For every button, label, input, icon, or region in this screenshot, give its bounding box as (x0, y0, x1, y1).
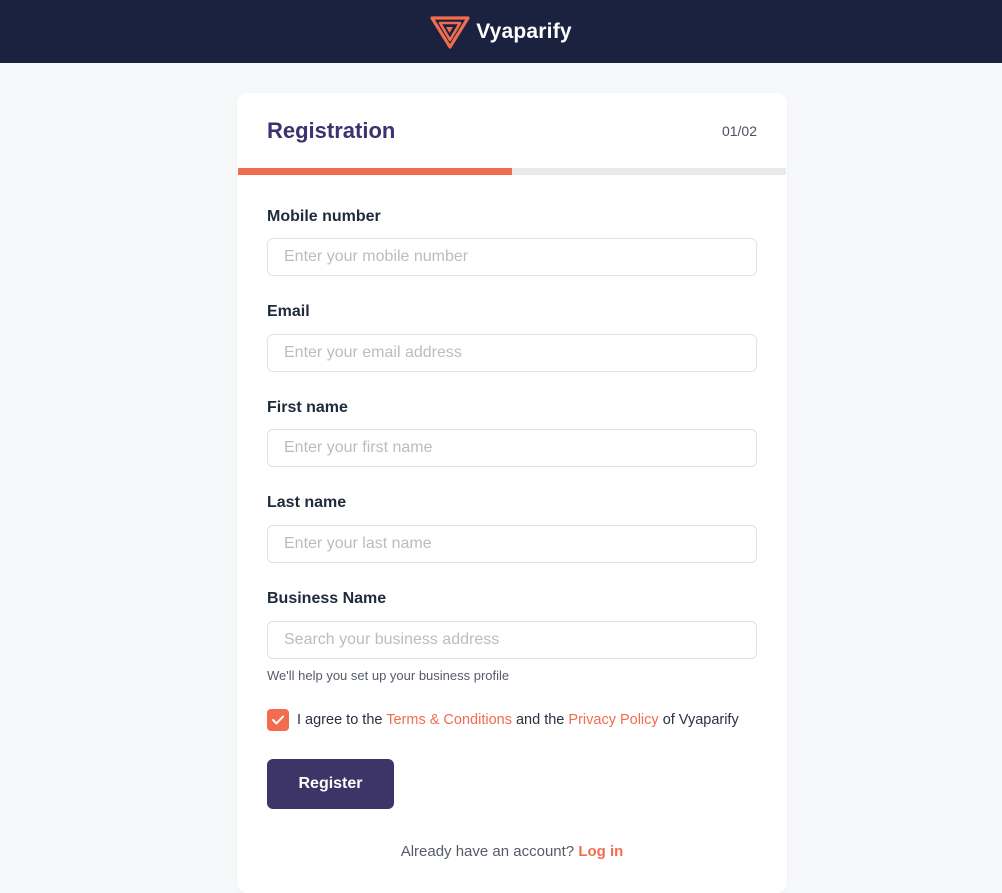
agreement-prefix: I agree to the (297, 712, 383, 728)
terms-agreement: I agree to the Terms & Conditions and th… (267, 709, 739, 731)
brand-name: Vyaparify (476, 19, 572, 43)
check-icon (272, 715, 284, 725)
progress-bar (238, 168, 786, 175)
first-name-input[interactable] (267, 429, 757, 467)
page-title: Registration (267, 118, 396, 143)
last-name-label: Last name (267, 494, 347, 511)
terms-link[interactable]: Terms & Conditions (386, 712, 512, 728)
mobile-number-label: Mobile number (267, 208, 381, 225)
top-navbar: Vyaparify (0, 0, 1002, 63)
business-name-label: Business Name (267, 590, 387, 607)
terms-checkbox[interactable] (267, 709, 289, 731)
login-link[interactable]: Log in (578, 843, 623, 860)
vyaparify-logo-icon (430, 15, 470, 49)
mobile-number-input[interactable] (267, 238, 757, 276)
last-name-input[interactable] (267, 525, 757, 563)
first-name-label: First name (267, 399, 348, 416)
agreement-middle: and the (515, 712, 565, 728)
progress-bar-fill (238, 168, 512, 175)
register-button[interactable]: Register (267, 759, 394, 809)
privacy-policy-link[interactable]: Privacy Policy (568, 712, 658, 728)
business-name-input[interactable] (267, 621, 757, 659)
brand[interactable]: Vyaparify (430, 15, 572, 49)
agreement-text: I agree to the Terms & Conditions and th… (297, 712, 739, 728)
login-prompt-text: Already have an account? (400, 843, 575, 860)
email-input[interactable] (267, 334, 757, 372)
email-label: Email (267, 303, 310, 320)
business-hint: We'll help you set up your business prof… (267, 668, 510, 683)
agreement-suffix: of Vyaparify (662, 712, 739, 728)
card-header: Registration 01/02 (267, 115, 757, 147)
step-indicator: 01/02 (721, 123, 757, 139)
login-prompt: Already have an account? Log in (237, 843, 787, 860)
registration-card: Registration 01/02 Mobile number Email F… (237, 93, 787, 893)
